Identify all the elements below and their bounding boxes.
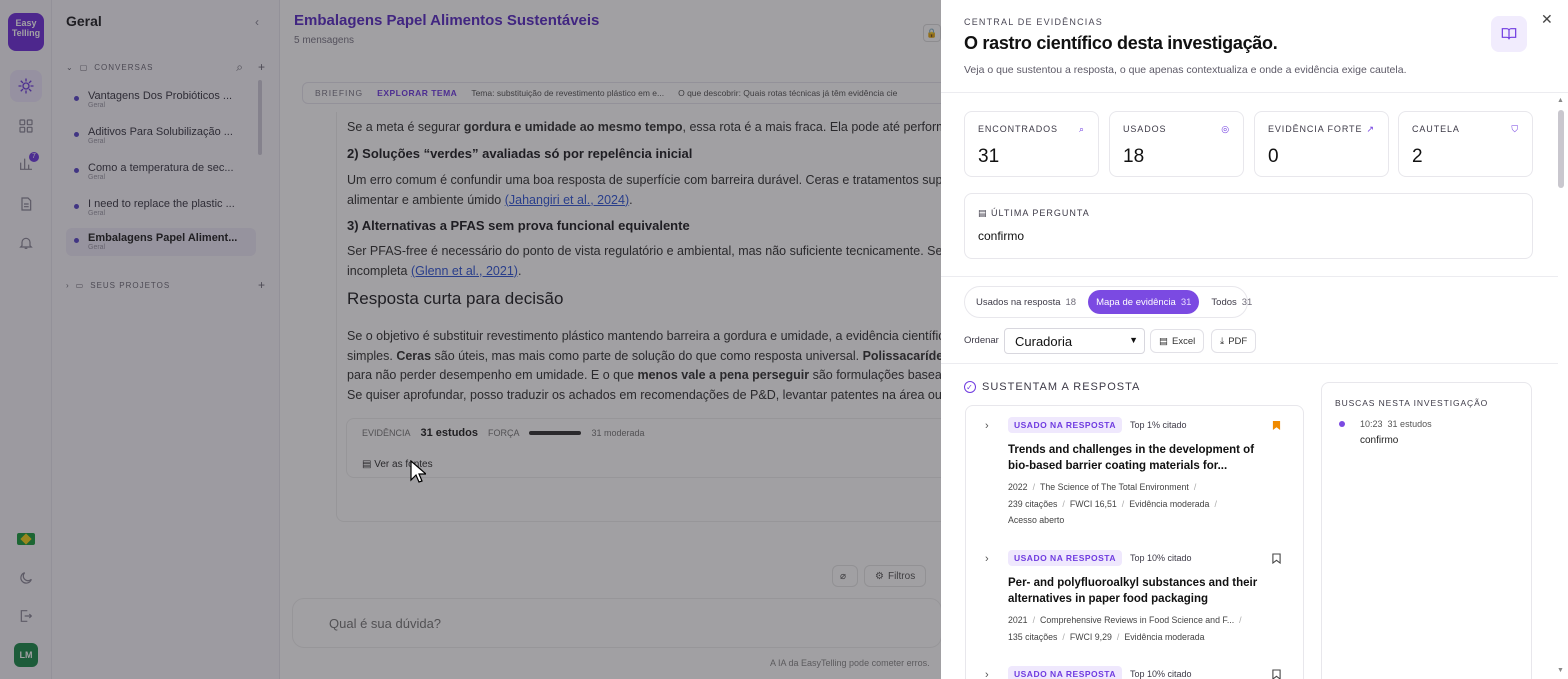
stat-used: USADOS ◎ 18 (1109, 111, 1244, 177)
order-select[interactable]: Curadoria ▼ (1004, 328, 1145, 354)
export-pdf-button[interactable]: ⤓ PDF (1211, 329, 1257, 353)
search-meta: 10:23 31 estudos (1360, 419, 1432, 429)
divider (941, 363, 1558, 364)
tab-evidence-map[interactable]: Mapa de evidência 31 (1088, 290, 1200, 314)
search-icon: ⌕ (1079, 124, 1085, 134)
chevron-right-icon[interactable]: › (985, 420, 989, 432)
panel-scrollbar[interactable] (1558, 98, 1564, 679)
tab-all[interactable]: Todos 31 (1203, 290, 1260, 314)
evidence-panel: CENTRAL DE EVIDÊNCIAS O rastro científic… (941, 0, 1568, 679)
evidence-title: Trends and challenges in the development… (1008, 444, 1255, 472)
trending-up-icon: ↗ (1366, 124, 1375, 134)
check-circle-icon: ✓ (964, 381, 976, 393)
used-badge: USADO NA RESPOSTA (1008, 666, 1123, 679)
mouse-cursor-icon (410, 460, 426, 483)
export-excel-button[interactable]: ▤ Excel (1150, 329, 1205, 353)
panel-subtitle: Veja o que sustentou a resposta, o que a… (964, 64, 1407, 76)
searches-card: BUSCAS NESTA INVESTIGAÇÃO 10:23 31 estud… (1321, 382, 1532, 679)
bookmark-icon[interactable] (1272, 669, 1281, 679)
file-icon: ▤ (1159, 335, 1168, 347)
order-label: Ordenar (964, 335, 999, 346)
stat-found: ENCONTRADOS ⌕ 31 (964, 111, 1099, 177)
last-question-text: confirmo (978, 229, 1025, 243)
bookmark-icon[interactable] (1272, 553, 1281, 564)
evidence-tabs: Usados na resposta 18 Mapa de evidência 31… (964, 286, 1252, 318)
section-supports-answer: ✓ SUSTENTAM A RESPOSTA (964, 381, 1140, 393)
close-icon[interactable]: ✕ (1541, 11, 1553, 28)
shield-alert-icon: ⛉ (1511, 124, 1519, 134)
chevron-right-icon[interactable]: › (985, 553, 989, 565)
document-icon: ▤ (978, 208, 992, 218)
used-badge: USADO NA RESPOSTA (1008, 550, 1123, 566)
tab-used-in-answer[interactable]: Usados na resposta 18 (968, 290, 1084, 314)
citation-rank: Top 10% citado (1130, 553, 1192, 563)
modal-backdrop[interactable] (0, 0, 941, 679)
chevron-down-icon: ▼ (1129, 335, 1138, 345)
scroll-down-icon[interactable]: ▼ (1557, 667, 1564, 674)
used-badge: USADO NA RESPOSTA (1008, 417, 1123, 433)
divider (941, 92, 1568, 93)
download-icon: ⤓ (1220, 335, 1225, 347)
divider (941, 276, 1558, 277)
timeline-dot-icon (1339, 421, 1345, 427)
chevron-right-icon[interactable]: › (985, 669, 989, 679)
searches-title: BUSCAS NESTA INVESTIGAÇÃO (1335, 398, 1489, 408)
stat-strong-evidence: EVIDÊNCIA FORTE ↗ 0 (1254, 111, 1389, 177)
citation-rank: Top 10% citado (1130, 669, 1192, 679)
panel-title: O rastro científico desta investigação. (964, 33, 1278, 53)
panel-kicker: CENTRAL DE EVIDÊNCIAS (964, 17, 1103, 27)
bookmark-filled-icon[interactable] (1272, 420, 1281, 431)
check-circle-icon: ◎ (1221, 124, 1230, 134)
search-query[interactable]: confirmo (1360, 435, 1398, 446)
book-icon[interactable] (1491, 16, 1527, 52)
evidence-meta: 2021/Comprehensive Reviews in Food Scien… (1008, 615, 1242, 642)
last-question-card: ▤ ÚLTIMA PERGUNTA confirmo (964, 193, 1533, 259)
evidence-list: › USADO NA RESPOSTA Top 1% citado Trends … (965, 405, 1304, 679)
evidence-title: Per- and polyfluoroalkyl substances and … (1008, 577, 1258, 605)
stat-caution: CAUTELA ⛉ 2 (1398, 111, 1533, 177)
citation-rank: Top 1% citado (1130, 420, 1187, 430)
evidence-meta: 2022/The Science of The Total Environmen… (1008, 482, 1217, 525)
